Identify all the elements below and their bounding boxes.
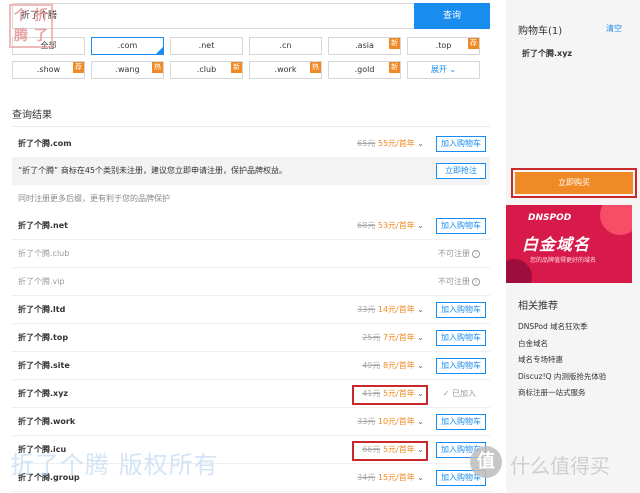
domain-name: 折了个腾.net (18, 221, 68, 230)
suffix-tag: 荐 (468, 38, 479, 49)
search-button[interactable]: 查询 (414, 3, 490, 29)
result-row: 折了个腾.net 68元 53元/首年 ⌄ 加入购物车 (12, 212, 490, 240)
divider (12, 126, 490, 127)
suffix-gold[interactable]: .gold 新 (328, 61, 401, 79)
price[interactable]: 65元 55元/首年 ⌄ (357, 130, 424, 158)
chevron-down-icon: ⌄ (417, 305, 424, 314)
result-row: 折了个腾.work 33元 10元/首年 ⌄ 加入购物车 (12, 408, 490, 436)
suffix-tag: 新 (389, 38, 400, 49)
suffix-tag: 新 (231, 62, 242, 73)
trademark-text: “折了个腾” 商标在45个类别未注册，建议您立即申请注册，保护品牌权益。 (18, 166, 288, 175)
zdm-watermark: 什么值得买 (510, 454, 610, 478)
add-to-cart-button[interactable]: 加入购物车 (436, 330, 486, 346)
recommend-link[interactable]: 商标注册一站式服务 (518, 385, 636, 402)
suffix-wang[interactable]: .wang 热 (91, 61, 164, 79)
price[interactable]: 33元 14元/首年 ⌄ (357, 296, 424, 324)
suffix-club[interactable]: .club 新 (170, 61, 243, 79)
suffix-tag: 热 (152, 62, 163, 73)
added-status: ✓ 已加入 (442, 389, 476, 398)
suffix-show[interactable]: .show 荐 (12, 61, 85, 79)
recommend-link[interactable]: DNSPod 域名狂欢季 (518, 319, 636, 336)
zdm-logo-icon: 值 (470, 446, 502, 478)
unavailable-status: 不可注册 i (438, 240, 480, 268)
recommend-link[interactable]: 域名专场特惠 (518, 352, 636, 369)
domain-name: 折了个腾.top (18, 333, 69, 342)
result-row: 折了个腾.vip 不可注册 i (12, 268, 490, 296)
domain-name: 折了个腾.site (18, 361, 70, 370)
promo-banner[interactable]: DNSPOD 白金域名 您的品牌值得更好的域名 (506, 205, 632, 283)
clear-cart-link[interactable]: 清空 (606, 23, 622, 34)
chevron-down-icon: ⌄ (417, 221, 424, 230)
recommend-heading: 相关推荐 (518, 301, 558, 312)
info-icon[interactable]: i (472, 277, 480, 286)
price[interactable]: 34元 15元/首年 ⌄ (357, 464, 424, 492)
recommend-link[interactable]: 白金域名 (518, 336, 636, 353)
suffix-top[interactable]: .top 荐 (407, 37, 480, 55)
trademark-notice: “折了个腾” 商标在45个类别未注册，建议您立即申请注册，保护品牌权益。 立即抢… (12, 157, 490, 185)
price[interactable]: 68元 53元/首年 ⌄ (357, 212, 424, 240)
banner-headline: 白金域名 (522, 235, 591, 254)
add-to-cart-button[interactable]: 加入购物车 (436, 414, 486, 430)
check-icon: ✓ (442, 389, 452, 398)
add-to-cart-button[interactable]: 加入购物车 (436, 302, 486, 318)
chevron-down-icon: ⌄ (417, 333, 424, 342)
suffix-com[interactable]: .com (91, 37, 164, 55)
result-row: 折了个腾.site 49元 8元/首年 ⌄ 加入购物车 (12, 352, 490, 380)
info-icon[interactable]: i (472, 249, 480, 258)
expand-suffixes-button[interactable]: 展开 ⌄ (407, 61, 480, 79)
add-to-cart-button[interactable]: 加入购物车 (436, 218, 486, 234)
domain-name: 折了个腾.vip (18, 277, 65, 286)
suffix-tag: 新 (389, 62, 400, 73)
cart-item: 折了个腾.xyz (522, 49, 573, 58)
domain-name: 折了个腾.com (18, 139, 72, 148)
results-heading: 查询结果 (12, 110, 52, 121)
highlight-box-icu-price (352, 441, 428, 461)
banner-decoration (506, 259, 532, 283)
domain-name: 折了个腾.work (18, 417, 76, 426)
copyright-watermark: 折了个腾 版权所有 (10, 451, 219, 479)
suffix-hint: 同时注册更多后缀，更有利于您的品牌保护 (18, 194, 170, 203)
suffix-tag: 热 (310, 62, 321, 73)
result-row-primary: 折了个腾.com 65元 55元/首年 ⌄ 加入购物车 (12, 130, 490, 158)
suffix-tag: 荐 (73, 62, 84, 73)
result-row: 折了个腾.club 不可注册 i (12, 240, 490, 268)
banner-brand: DNSPOD (528, 213, 572, 223)
suffix-asia[interactable]: .asia 新 (328, 37, 401, 55)
recommend-link[interactable]: Discuz!Q 内测版抢先体验 (518, 369, 636, 386)
search-input[interactable]: 折了个腾 (12, 3, 414, 29)
result-row: 折了个腾.ltd 33元 14元/首年 ⌄ 加入购物车 (12, 296, 490, 324)
chevron-down-icon: ⌄ (417, 361, 424, 370)
chevron-down-icon: ⌄ (417, 473, 424, 482)
highlight-box-xyz-price (352, 385, 428, 405)
suffix-net[interactable]: .net (170, 37, 243, 55)
banner-decoration (600, 205, 632, 235)
price[interactable]: 49元 8元/首年 ⌄ (362, 352, 424, 380)
domain-name: 折了个腾.xyz (18, 389, 69, 398)
selected-check-icon (156, 47, 163, 54)
search-bar: 折了个腾 查询 (12, 3, 490, 29)
cart-title: 购物车(1) (518, 26, 563, 37)
suffix-work[interactable]: .work 热 (249, 61, 322, 79)
unavailable-status: 不可注册 i (438, 268, 480, 296)
register-trademark-button[interactable]: 立即抢注 (436, 163, 486, 179)
watermark-seal: 个 折 腾 了 (9, 4, 53, 48)
domain-name: 折了个腾.club (18, 249, 70, 258)
chevron-down-icon: ⌄ (449, 65, 457, 74)
chevron-down-icon: ⌄ (417, 417, 424, 426)
cart-sidebar: 购物车(1) 清空 折了个腾.xyz 立即购买 DNSPOD 白金域名 您的品牌… (506, 0, 640, 493)
price[interactable]: 25元 7元/首年 ⌄ (362, 324, 424, 352)
banner-subtitle: 您的品牌值得更好的域名 (530, 257, 597, 264)
chevron-down-icon: ⌄ (417, 139, 424, 148)
search-results-main: 个 折 腾 了 折了个腾 查询 全部 .com .net .cn .asia 新 … (0, 0, 504, 493)
add-to-cart-button[interactable]: 加入购物车 (436, 358, 486, 374)
price[interactable]: 33元 10元/首年 ⌄ (357, 408, 424, 436)
recommend-list: DNSPod 域名狂欢季 白金域名 域名专场特惠 Discuz!Q 内测版抢先体… (518, 319, 636, 402)
add-to-cart-button[interactable]: 加入购物车 (436, 136, 486, 152)
domain-name: 折了个腾.ltd (18, 305, 66, 314)
result-row: 折了个腾.top 25元 7元/首年 ⌄ 加入购物车 (12, 324, 490, 352)
buy-now-button[interactable]: 立即购买 (515, 172, 633, 194)
suffix-cn[interactable]: .cn (249, 37, 322, 55)
